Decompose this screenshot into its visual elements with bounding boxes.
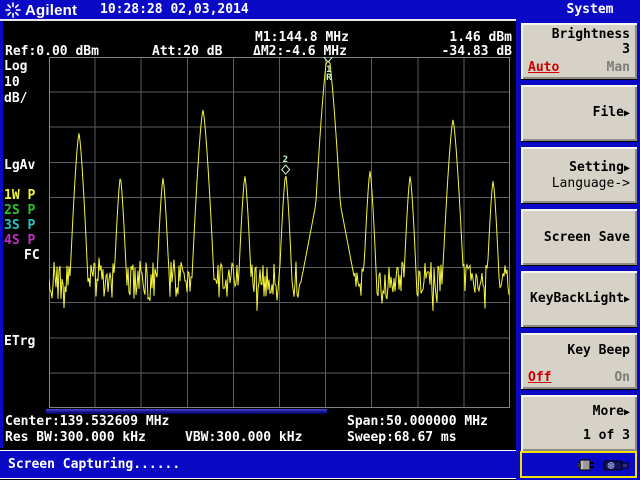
spectrum-analyzer-screen: Agilent 10:28:28 02,03,2014 System M1:14… (0, 0, 640, 480)
marker-label: R (326, 73, 332, 83)
softkey-label: Key Beep (528, 343, 630, 358)
scale-step-label: 10 (4, 75, 20, 90)
softkey-label: Brightness (528, 27, 630, 42)
center-freq-readout: Center:139.532609 MHz (5, 414, 169, 429)
submenu-arrow-icon: ▶ (624, 294, 630, 305)
submenu-arrow-icon: ▶ (624, 163, 630, 174)
top-bar: Agilent 10:28:28 02,03,2014 System (0, 0, 640, 20)
spectrum-plot: 1R2 (49, 57, 510, 408)
scale-unit-label: dB/ (4, 91, 27, 106)
option-auto[interactable]: Auto (528, 60, 559, 75)
marker-label: 2 (283, 155, 288, 165)
usb-drive-icon (603, 457, 631, 473)
softkey-more[interactable]: More▶ 1 of 3 (521, 395, 637, 451)
softkey-file[interactable]: File▶ (521, 85, 637, 141)
sweep-time-readout: Sweep:68.67 ms (347, 430, 457, 445)
softkey-value: 3 (528, 42, 630, 57)
vbw-readout: VBW:300.000 kHz (185, 430, 302, 445)
softkey-page-indicator: 1 of 3 (528, 428, 630, 443)
submenu-arrow-icon: ▶ (624, 407, 630, 418)
status-bar: Screen Capturing...... (0, 450, 516, 479)
softkey-key-beep[interactable]: Key Beep Off On (521, 333, 637, 389)
option-man[interactable]: Man (607, 60, 630, 75)
softkey-label: File (593, 105, 624, 120)
marker-diamond-icon (282, 165, 290, 174)
scale-type-label: Log (4, 59, 27, 74)
softkey-setting[interactable]: Setting▶ Language-> (521, 147, 637, 203)
trace1-mode-label: 1W P (4, 188, 35, 203)
brand-name: Agilent (25, 2, 77, 19)
freq-coupling-label: FC (24, 248, 40, 263)
option-off[interactable]: Off (528, 370, 551, 385)
average-type-label: LgAv (4, 158, 35, 173)
submenu-arrow-icon: ▶ (624, 108, 630, 119)
trace3-mode-label: 3S P (4, 218, 35, 233)
left-edge-strip (0, 21, 3, 448)
trace4-mode-label: 4S P (4, 233, 35, 248)
softkey-label: Setting (569, 160, 624, 175)
status-message: Screen Capturing...... (8, 457, 180, 472)
span-readout: Span:50.000000 MHz (347, 414, 488, 429)
softkey-screen-save[interactable]: Screen Save (521, 209, 637, 265)
datetime-display: 10:28:28 02,03,2014 (100, 2, 249, 17)
softkey-value: Language-> (528, 176, 630, 191)
marker1-readout: M1:144.8 MHz (255, 30, 349, 45)
softkey-label: KeyBackLight (530, 291, 624, 306)
softkey-keybacklight[interactable]: KeyBackLight▶ (521, 271, 637, 327)
softkey-menu-panel: Brightness 3 Auto Man File▶ Setting▶ Lan… (516, 20, 640, 480)
device-indicator-box (520, 451, 637, 478)
trigger-label: ETrg (4, 334, 35, 349)
option-on[interactable]: On (614, 370, 630, 385)
softkey-label: Screen Save (528, 230, 630, 245)
top-separator (0, 19, 516, 21)
power-plug-icon (578, 457, 600, 473)
agilent-starburst-icon (5, 2, 21, 18)
brand: Agilent (5, 2, 77, 19)
res-bw-readout: Res BW:300.000 kHz (5, 430, 146, 445)
trace2-mode-label: 2S P (4, 203, 35, 218)
menu-title: System (548, 2, 632, 17)
softkey-label: More (593, 404, 624, 419)
softkey-brightness[interactable]: Brightness 3 Auto Man (521, 23, 637, 79)
marker1-value: 1.46 dBm (400, 30, 512, 45)
